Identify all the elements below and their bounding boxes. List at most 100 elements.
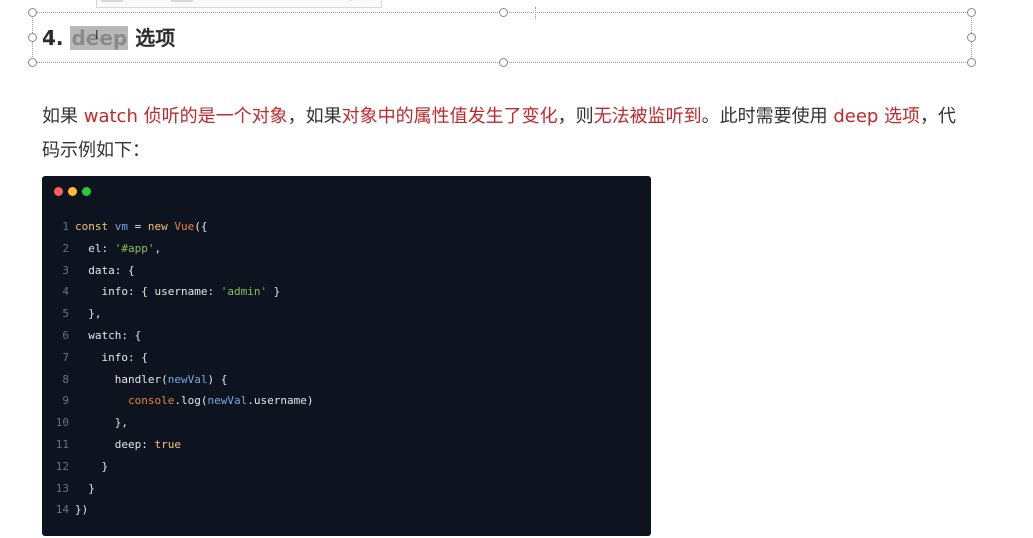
code-text: watch: { — [75, 325, 141, 347]
heading-number: 4. — [42, 26, 71, 50]
code-token: deep: — [75, 437, 155, 451]
line-number: 10 — [55, 416, 69, 430]
heading-suffix: 选项 — [128, 26, 176, 50]
line-number: 14 — [55, 503, 69, 517]
text-span: ，如果 — [287, 106, 342, 127]
code-token: watch: { — [75, 328, 142, 342]
highlight-span: deep 选项 — [833, 106, 921, 127]
code-line: 11 deep: true — [42, 434, 651, 456]
code-line: 7 info: { — [42, 347, 651, 369]
code-token: }, — [75, 307, 102, 321]
code-token: console — [127, 394, 175, 408]
resize-handle-right[interactable] — [967, 33, 976, 42]
description-paragraph: 如果 watch 侦听的是一个对象，如果对象中的属性值发生了变化，则无法被监听到… — [42, 100, 962, 168]
code-line: 9 console.log(newVal.username) — [42, 390, 651, 412]
code-line: 10 }, — [42, 412, 651, 434]
code-text: handler(newVal) { — [75, 369, 228, 391]
code-token: .log( — [174, 394, 208, 408]
line-number: 2 — [62, 241, 69, 255]
resize-handle-top-right[interactable] — [967, 8, 976, 17]
code-text: el: '#app', — [75, 238, 161, 260]
line-number: 4 — [62, 285, 69, 299]
code-token: }) — [75, 503, 89, 517]
text-span: ，则 — [557, 106, 594, 127]
line-number: 3 — [62, 263, 69, 277]
code-text: info: { — [75, 347, 148, 369]
code-token: , — [154, 241, 162, 255]
code-token: new — [147, 220, 175, 233]
line-number: 7 — [62, 350, 69, 364]
code-text: }, — [75, 303, 102, 325]
line-number: 5 — [62, 307, 69, 321]
resize-handle-top[interactable] — [499, 8, 508, 17]
code-token: handler( — [75, 372, 168, 386]
resize-handle-bottom-right[interactable] — [967, 58, 976, 67]
window-dot-red-icon — [54, 187, 63, 196]
code-token: } — [267, 285, 281, 299]
highlight-span: watch 侦听的是一个对象 — [83, 106, 288, 127]
code-line: 14}) — [42, 499, 651, 521]
line-number: 11 — [55, 437, 69, 451]
code-block: 1 const vm = new Vue({2 el: '#app', 3 data… — [42, 176, 651, 536]
text-span: 。此时需要使用 — [701, 106, 834, 127]
code-text: }, — [75, 412, 128, 434]
line-number: 6 — [62, 328, 69, 342]
code-token: .username) — [247, 394, 314, 408]
code-text: info: { username: 'admin' } — [75, 281, 280, 303]
code-token: = — [128, 220, 148, 233]
code-text: } — [75, 456, 108, 478]
line-number: 9 — [62, 394, 69, 408]
code-text: } — [75, 478, 95, 500]
code-token: newVal — [207, 394, 248, 408]
code-line: 1 const vm = new Vue({ — [42, 216, 651, 238]
code-token: newVal — [167, 372, 208, 386]
line-number: 13 — [55, 481, 69, 495]
highlight-span: 无法被监听到 — [593, 106, 702, 127]
code-token: } — [75, 481, 95, 495]
window-dot-green-icon — [82, 187, 91, 196]
code-line: 3 data: { — [42, 260, 651, 282]
code-line: 8 handler(newVal) { — [42, 369, 651, 391]
code-line: 6 watch: { — [42, 325, 651, 347]
heading-highlighted-text[interactable]: deep — [70, 26, 129, 50]
code-token: ({ — [194, 220, 208, 233]
toolbar-label[interactable]: 批注 — [349, 0, 371, 3]
code-text: const vm = new Vue({ — [75, 216, 208, 238]
line-number: 8 — [62, 372, 69, 386]
toolbar-button[interactable] — [171, 0, 193, 2]
code-token: Vue — [174, 220, 195, 233]
resize-handle-bottom-left[interactable] — [28, 58, 37, 67]
code-line: 2 el: '#app', — [42, 238, 651, 260]
code-token: 'admin' — [220, 285, 268, 299]
section-heading[interactable]: 4. deep 选项 — [42, 24, 175, 52]
toolbar-button[interactable] — [101, 0, 123, 2]
code-text: data: { — [75, 260, 135, 282]
code-token: el: — [75, 241, 115, 255]
code-lines: 1 const vm = new Vue({2 el: '#app', 3 data… — [42, 216, 651, 521]
text-cursor-icon: I — [95, 28, 99, 42]
top-toolbar: 批注 — [96, 0, 382, 8]
code-token: true — [154, 437, 181, 451]
code-text: }) — [75, 499, 88, 521]
selection-connector — [535, 7, 537, 19]
code-token: }, — [75, 416, 128, 430]
code-token: data: { — [75, 263, 135, 277]
code-token: vm — [114, 220, 128, 233]
resize-handle-top-left[interactable] — [28, 8, 37, 17]
resize-handle-bottom[interactable] — [499, 58, 508, 67]
code-token: ) { — [207, 372, 228, 386]
code-text: console.log(newVal.username) — [75, 390, 313, 412]
code-token: } — [75, 459, 109, 473]
line-number: 12 — [55, 459, 69, 473]
code-token: info: { — [75, 350, 148, 364]
code-token: info: { username: — [75, 285, 221, 299]
code-line: 12 } — [42, 456, 651, 478]
code-line: 13 } — [42, 478, 651, 500]
code-line: 4 info: { username: 'admin' } — [42, 281, 651, 303]
text-span: 如果 — [42, 106, 84, 127]
code-text: deep: true — [75, 434, 181, 456]
code-token: '#app' — [114, 241, 155, 255]
resize-handle-left[interactable] — [28, 33, 37, 42]
window-dot-yellow-icon — [68, 187, 77, 196]
